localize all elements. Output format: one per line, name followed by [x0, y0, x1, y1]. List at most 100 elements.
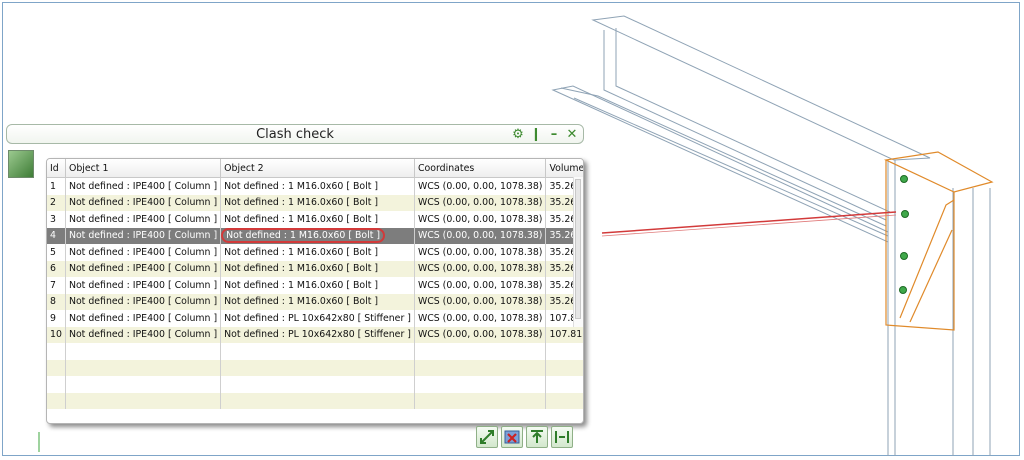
empty-cell [414, 359, 547, 376]
zoom-to-clash-icon[interactable] [476, 426, 498, 448]
cell-object2: Not defined : PL 10x642x80 [ Stiffener ] [220, 310, 415, 327]
remove-clash-icon[interactable] [501, 426, 523, 448]
gear-icon[interactable]: ⚙ [511, 128, 525, 142]
empty-cell [220, 376, 415, 393]
table-row[interactable]: 9 Not defined : IPE400 [ Column ] Not defi… [47, 310, 583, 327]
empty-row [47, 359, 583, 376]
next-clash-icon[interactable] [551, 426, 573, 448]
cell-id: 3 [47, 211, 66, 228]
cell-id: 6 [47, 260, 66, 277]
empty-cell [47, 392, 66, 409]
palette-title: Clash check [256, 127, 334, 142]
cell-id: 1 [47, 177, 66, 195]
empty-cell [65, 343, 222, 360]
end-plate-front [885, 160, 955, 331]
column-header-object1[interactable]: Object 1 [65, 159, 222, 178]
cell-coordinates: WCS (0.00, 0.00, 1078.38) [414, 227, 547, 244]
empty-cell [47, 343, 66, 360]
cell-object2: Not defined : 1 M16.0x60 [ Bolt ] [220, 211, 415, 228]
cell-coordinates: WCS (0.00, 0.00, 1078.38) [414, 326, 547, 343]
top-beam-web-line [603, 30, 887, 221]
empty-cell [65, 359, 222, 376]
clash-toolbar [476, 426, 573, 448]
scrollbar-thumb[interactable] [575, 179, 581, 319]
cell-object1: Not defined : IPE400 [ Column ] [65, 277, 222, 294]
top-beam-flange [591, 15, 931, 161]
empty-cell [220, 343, 415, 360]
empty-cell [47, 359, 66, 376]
vertical-scrollbar[interactable] [573, 177, 583, 327]
cell-id: 5 [47, 244, 66, 261]
pin-icon[interactable]: ❙ [529, 128, 543, 142]
bolt-head[interactable] [901, 210, 909, 218]
cell-object1: Not defined : IPE400 [ Column ] [65, 244, 222, 261]
table-row[interactable]: 4 Not defined : IPE400 [ Column ] Not defi… [47, 227, 583, 244]
previous-clash-icon[interactable] [526, 426, 548, 448]
empty-cell [220, 392, 415, 409]
column-header-volume[interactable]: Volume [545, 159, 583, 178]
cell-object1: Not defined : IPE400 [ Column ] [65, 211, 222, 228]
table-header-row: Id Object 1 Object 2 Coordinates Volume [47, 159, 583, 178]
brace-inner-line [560, 87, 887, 227]
stiffener-diagonal [899, 199, 955, 319]
table-row[interactable]: 5 Not defined : IPE400 [ Column ] Not defi… [47, 244, 583, 261]
close-icon[interactable]: ✕ [565, 128, 579, 142]
cell-object2: Not defined : 1 M16.0x60 [ Bolt ] [220, 177, 415, 195]
table-row[interactable]: 1 Not defined : IPE400 [ Column ] Not defi… [47, 177, 583, 195]
cell-object1: Not defined : IPE400 [ Column ] [65, 177, 222, 195]
cell-object1: Not defined : IPE400 [ Column ] [65, 260, 222, 277]
clash-table: Id Object 1 Object 2 Coordinates Volume … [47, 159, 583, 409]
column-header-object2[interactable]: Object 2 [220, 159, 415, 178]
column-header-id[interactable]: Id [47, 159, 66, 178]
bolt-head[interactable] [900, 175, 908, 183]
cell-coordinates: WCS (0.00, 0.00, 1078.38) [414, 194, 547, 211]
table-row[interactable]: 2 Not defined : IPE400 [ Column ] Not defi… [47, 194, 583, 211]
column-header-coordinates[interactable]: Coordinates [414, 159, 547, 178]
empty-cell [545, 392, 583, 409]
cell-coordinates: WCS (0.00, 0.00, 1078.38) [414, 260, 547, 277]
table-row[interactable]: 7 Not defined : IPE400 [ Column ] Not defi… [47, 277, 583, 294]
empty-cell [414, 392, 547, 409]
empty-row [47, 392, 583, 409]
cell-id: 10 [47, 326, 66, 343]
cell-object2: Not defined : 1 M16.0x60 [ Bolt ] [220, 244, 415, 261]
cell-id: 2 [47, 194, 66, 211]
table-row[interactable]: 8 Not defined : IPE400 [ Column ] Not defi… [47, 293, 583, 310]
cell-object2: Not defined : 1 M16.0x60 [ Bolt ] [220, 277, 415, 294]
cell-coordinates: WCS (0.00, 0.00, 1078.38) [414, 244, 547, 261]
empty-cell [65, 392, 222, 409]
table-row[interactable]: 6 Not defined : IPE400 [ Column ] Not defi… [47, 260, 583, 277]
cell-object1: Not defined : IPE400 [ Column ] [65, 194, 222, 211]
bolt-head[interactable] [899, 286, 907, 294]
empty-cell [220, 359, 415, 376]
cell-object1: Not defined : IPE400 [ Column ] [65, 326, 222, 343]
clash-table-container: Id Object 1 Object 2 Coordinates Volume … [46, 158, 584, 424]
clash-check-tool-icon[interactable] [8, 150, 34, 178]
cell-object2: Not defined : 1 M16.0x60 [ Bolt ] [220, 227, 415, 244]
cell-id: 7 [47, 277, 66, 294]
clash-check-palette: Clash check ⚙ ❙ – ✕ Id Object 1 Object 2… [6, 124, 584, 454]
cell-id: 8 [47, 293, 66, 310]
empty-row [47, 343, 583, 360]
palette-titlebar[interactable]: Clash check ⚙ ❙ – ✕ [6, 124, 584, 144]
empty-cell [545, 343, 583, 360]
empty-cell [414, 343, 547, 360]
bolt-head[interactable] [900, 252, 908, 260]
cell-object1: Not defined : IPE400 [ Column ] [65, 310, 222, 327]
cell-volume: 107.81 [545, 326, 583, 343]
minimize-icon[interactable]: – [547, 128, 561, 142]
stiffener-diagonal-2 [909, 229, 953, 323]
brace-member [551, 85, 889, 243]
empty-cell [414, 376, 547, 393]
titlebar-controls: ⚙ ❙ – ✕ [511, 127, 579, 143]
end-plate-top [883, 151, 994, 193]
cell-object1: Not defined : IPE400 [ Column ] [65, 227, 222, 244]
cell-coordinates: WCS (0.00, 0.00, 1078.38) [414, 310, 547, 327]
cell-coordinates: WCS (0.00, 0.00, 1078.38) [414, 211, 547, 228]
cell-object2: Not defined : PL 10x642x80 [ Stiffener ] [220, 326, 415, 343]
cell-object2: Not defined : 1 M16.0x60 [ Bolt ] [220, 293, 415, 310]
cell-object1: Not defined : IPE400 [ Column ] [65, 293, 222, 310]
table-row[interactable]: 3 Not defined : IPE400 [ Column ] Not defi… [47, 211, 583, 228]
clash-highlight-ring: Not defined : 1 M16.0x60 [ Bolt ] [221, 228, 386, 244]
table-row[interactable]: 10 Not defined : IPE400 [ Column ] Not def… [47, 326, 583, 343]
